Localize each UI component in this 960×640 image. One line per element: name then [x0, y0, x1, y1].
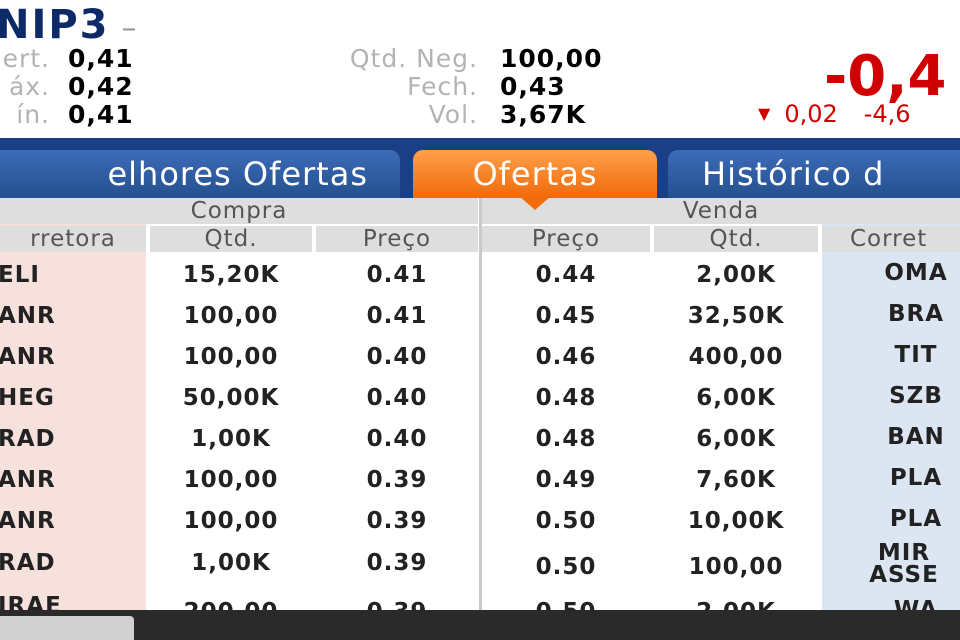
buy-broker-cell: ANR: [0, 508, 56, 534]
buy-price-cell: 0.39: [366, 550, 428, 576]
sell-price-cell: 0.50: [535, 554, 597, 580]
sell-broker-cell: TIT: [894, 342, 938, 368]
buy-broker-cell: ANR: [0, 303, 56, 329]
sell-broker-cell: PLA: [889, 465, 943, 491]
ticker-separator: –: [121, 11, 139, 46]
buy-broker-cell: RAD: [0, 426, 56, 452]
sell-qty-cell: 32,50K: [687, 303, 785, 329]
sell-price-cell: 0.45: [535, 303, 597, 329]
sell-qty-cell: 2,00K: [654, 599, 818, 610]
sell-broker-cell: SZB: [889, 383, 943, 409]
buy-price-cell: 0.40: [366, 344, 428, 370]
stat-value-min: 0,41: [68, 100, 134, 129]
buy-broker-cell: HEG: [0, 385, 55, 411]
tab-label: Ofertas: [472, 155, 598, 193]
sell-qty-cell: 400,00: [688, 344, 784, 370]
buy-broker-cell: RAD: [0, 550, 56, 576]
buy-price-cell: 0.40: [366, 385, 428, 411]
buy-qty-cell: 15,20K: [182, 262, 280, 288]
stat-label-vol: Vol.: [428, 100, 478, 129]
buy-group-header: Compra: [0, 198, 478, 224]
buy-price-cell: 0.39: [316, 599, 478, 610]
buy-broker-cell: ANR: [0, 344, 56, 370]
sell-price-cell: 0.49: [535, 467, 597, 493]
stat-value-open: 0,41: [68, 44, 134, 73]
sell-qty-cell: 2,00K: [696, 262, 776, 288]
sell-qty-cell: 100,00: [688, 554, 784, 580]
stat-label-max: áx.: [8, 72, 50, 101]
sell-broker-cell: BRA: [887, 301, 945, 327]
stat-label-min: ín.: [16, 100, 50, 129]
buy-qty-cell: 100,00: [183, 303, 279, 329]
sell-broker-cell: PLA: [889, 506, 943, 532]
sell-price-cell: 0.44: [535, 262, 597, 288]
sell-qty-cell: 6,00K: [696, 385, 776, 411]
stat-value-qtd-neg: 100,00: [500, 44, 603, 73]
buy-qty-cell: 100,00: [183, 508, 279, 534]
sell-qty-cell: 6,00K: [696, 426, 776, 452]
sell-group-header: Venda: [482, 198, 960, 224]
sell-qty-cell: 10,00K: [687, 508, 785, 534]
sell-price-cell: 0.50: [535, 508, 597, 534]
ticker-title: NIP3–: [0, 2, 139, 48]
stat-value-vol: 3,67K: [500, 100, 587, 129]
active-tab-pointer: [519, 196, 551, 210]
tab-melhores-ofertas[interactable]: elhores Ofertas: [0, 150, 400, 198]
stat-label-open: ert.: [2, 44, 50, 73]
sell-price-cell: 0.46: [535, 344, 597, 370]
buy-qty-cell: 1,00K: [191, 426, 271, 452]
sell-price-cell: 0.48: [535, 426, 597, 452]
tab-label: Histórico d: [702, 155, 885, 193]
bottom-bar: [0, 610, 960, 640]
order-book: Compra Venda rretora Qtd. Preço Preço Qt…: [0, 198, 960, 610]
sell-broker-cell: MIR ASSE: [869, 540, 939, 588]
price-change-small: ▼ 0,02 -4,6: [758, 100, 911, 128]
sell-broker-cell: OMA: [884, 260, 948, 286]
col-header-buy-price: Preço: [316, 226, 478, 252]
bottom-tab-button[interactable]: [0, 616, 134, 640]
buy-broker-cell: ELI: [0, 262, 40, 288]
buy-price-cell: 0.41: [366, 303, 428, 329]
buy-qty-cell: 100,00: [183, 467, 279, 493]
buy-price-cell: 0.41: [366, 262, 428, 288]
sell-qty-cell: 7,60K: [696, 467, 776, 493]
col-header-buy-broker: rretora: [0, 226, 146, 252]
buy-qty-cell: 50,00K: [182, 385, 280, 411]
col-header-buy-qty: Qtd.: [150, 226, 312, 252]
buy-qty-cell: 200,00: [150, 599, 312, 610]
sell-broker-cell: BAN: [887, 424, 945, 450]
buy-price-cell: 0.39: [366, 508, 428, 534]
sell-broker-cell: WA: [893, 597, 939, 611]
buy-price-cell: 0.40: [366, 426, 428, 452]
col-header-sell-broker: Corret: [822, 226, 960, 252]
ticker-symbol: NIP3: [0, 2, 110, 48]
tab-bar: elhores Ofertas Ofertas Histórico d: [0, 138, 960, 198]
buy-price-cell: 0.39: [366, 467, 428, 493]
buy-broker-cell: ANR: [0, 467, 56, 493]
stat-value-fech: 0,43: [500, 72, 566, 101]
tab-historico[interactable]: Histórico d: [668, 150, 960, 198]
sell-price-cell: 0.48: [535, 385, 597, 411]
buy-broker-cell: IRAE: [0, 593, 62, 610]
sell-price-cell: 0.50: [482, 599, 650, 610]
col-header-sell-qty: Qtd.: [654, 226, 818, 252]
stat-label-qtd-neg: Qtd. Neg.: [349, 44, 478, 73]
tab-label: elhores Ofertas: [107, 155, 368, 193]
stat-value-max: 0,42: [68, 72, 134, 101]
tab-ofertas[interactable]: Ofertas: [413, 150, 657, 198]
change-value: 0,02: [784, 100, 838, 128]
down-arrow-icon: ▼: [758, 104, 771, 123]
change-percent: -4,6: [863, 100, 911, 128]
buy-qty-cell: 100,00: [183, 344, 279, 370]
quote-header: NIP3– ert. 0,41 áx. 0,42 ín. 0,41 Qtd. N…: [0, 0, 960, 140]
stat-label-fech: Fech.: [407, 72, 478, 101]
buy-qty-cell: 1,00K: [191, 550, 271, 576]
col-header-sell-price: Preço: [482, 226, 650, 252]
